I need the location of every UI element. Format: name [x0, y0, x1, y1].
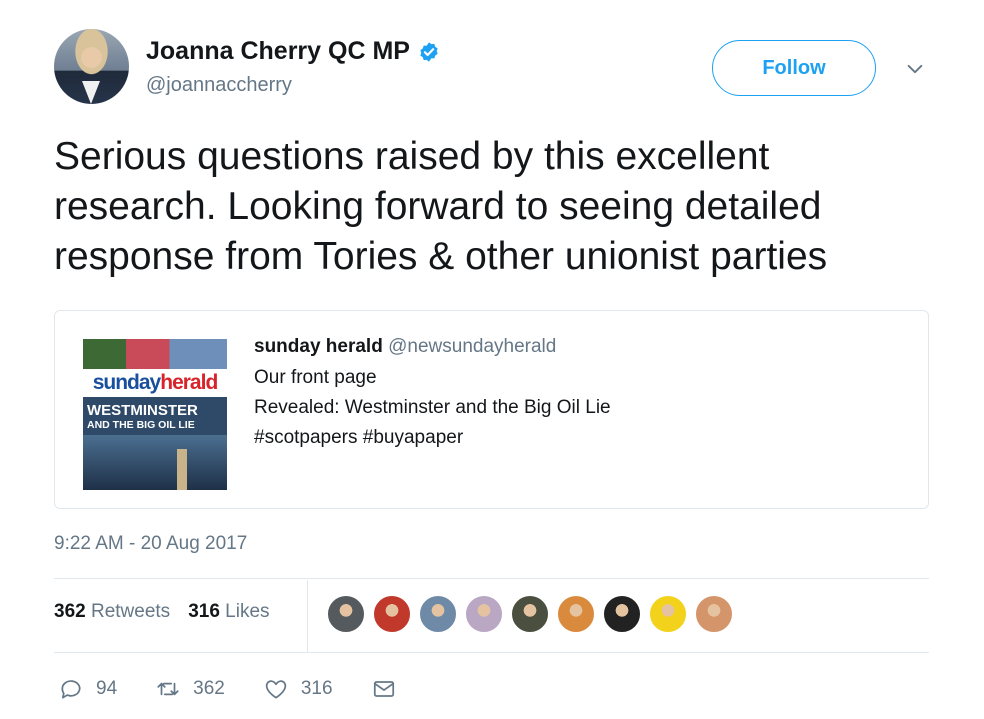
- follow-button[interactable]: Follow: [712, 40, 876, 96]
- likes-stat-count: 316: [188, 601, 220, 622]
- card-author-handle[interactable]: @newsundayherald: [388, 336, 556, 357]
- thumbnail-headline: WESTMINSTER: [87, 402, 198, 419]
- like-count: 316: [300, 678, 333, 699]
- author-handle[interactable]: @joannaccherry: [146, 74, 292, 97]
- liker-avatar[interactable]: [511, 595, 549, 633]
- retweets-stat-count: 362: [54, 601, 86, 622]
- liker-avatar[interactable]: [419, 595, 457, 633]
- card-line-2: Revealed: Westminster and the Big Oil Li…: [254, 397, 611, 418]
- heart-icon: [265, 680, 287, 699]
- card-author-name[interactable]: sunday herald: [254, 336, 383, 357]
- divider-bottom: [54, 652, 929, 653]
- likes-stat-label: Likes: [225, 601, 270, 622]
- quoted-tweet-card[interactable]: sundayherald WESTMINSTER AND THE BIG OIL…: [54, 310, 929, 509]
- chevron-down-icon[interactable]: [904, 58, 926, 80]
- card-line-1: Our front page: [254, 367, 377, 388]
- tweet-stats: 362 Retweets 316 Likes: [54, 601, 270, 623]
- liker-avatar[interactable]: [465, 595, 503, 633]
- card-line-3[interactable]: #scotpapers #buyapaper: [254, 427, 463, 449]
- newspaper-thumbnail[interactable]: sundayherald WESTMINSTER AND THE BIG OIL…: [83, 339, 227, 490]
- liker-avatar[interactable]: [649, 595, 687, 633]
- liker-avatar[interactable]: [327, 595, 365, 633]
- thumbnail-masthead: sundayherald: [83, 369, 227, 397]
- retweet-button[interactable]: 362: [155, 676, 225, 702]
- like-button[interactable]: 316: [263, 676, 333, 702]
- thumbnail-subheadline: AND THE BIG OIL LIE: [87, 419, 195, 431]
- card-author[interactable]: sunday herald @newsundayherald: [254, 336, 556, 358]
- retweet-count: 362: [193, 678, 225, 699]
- divider-top: [54, 578, 929, 579]
- liker-avatar[interactable]: [695, 595, 733, 633]
- reply-count: 94: [96, 678, 118, 699]
- verified-badge-icon: [420, 41, 438, 62]
- thumbnail-oil-rig: [177, 449, 187, 490]
- tweet-actions: 94 362 316: [58, 676, 447, 702]
- thumbnail-band: [83, 339, 227, 369]
- envelope-icon: [373, 681, 394, 697]
- direct-message-button[interactable]: [371, 676, 409, 702]
- tweet-timestamp[interactable]: 9:22 AM - 20 Aug 2017: [54, 533, 247, 555]
- liker-avatar[interactable]: [557, 595, 595, 633]
- retweets-stat[interactable]: 362 Retweets: [54, 601, 170, 623]
- author-name-text[interactable]: Joanna Cherry QC MP: [146, 37, 410, 66]
- masthead-part-b: herald: [160, 371, 218, 394]
- liker-avatar[interactable]: [603, 595, 641, 633]
- stats-separator: [307, 580, 308, 652]
- reply-button[interactable]: 94: [58, 676, 117, 702]
- retweets-stat-label: Retweets: [90, 601, 171, 622]
- masthead-part-a: sunday: [92, 371, 162, 394]
- author-name[interactable]: Joanna Cherry QC MP: [146, 37, 440, 66]
- thumbnail-photo: [83, 435, 227, 490]
- avatar-shirt: [82, 81, 100, 104]
- reply-icon: [61, 680, 81, 699]
- likes-stat[interactable]: 316 Likes: [188, 601, 269, 623]
- likers-avatars: [327, 595, 741, 633]
- retweet-icon: [157, 682, 179, 696]
- liker-avatar[interactable]: [373, 595, 411, 633]
- tweet-text: Serious questions raised by this excelle…: [54, 135, 828, 278]
- author-avatar[interactable]: [54, 29, 129, 104]
